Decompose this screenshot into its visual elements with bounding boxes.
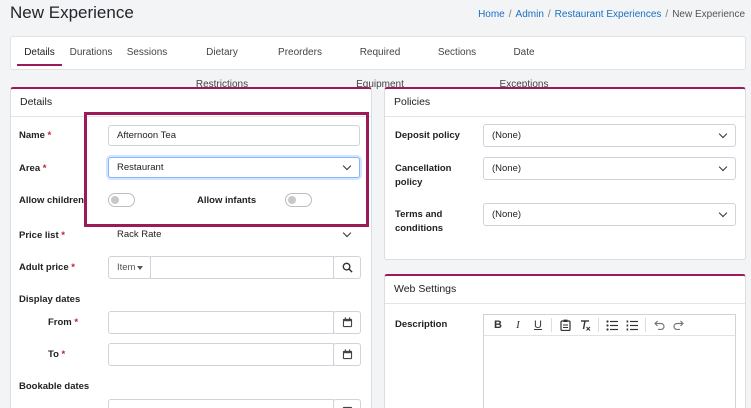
breadcrumb-separator: / bbox=[547, 9, 551, 20]
allow-infants-label: Allow infants bbox=[197, 195, 257, 206]
tab-preorders[interactable]: Preorders bbox=[276, 37, 324, 69]
rich-text-toolbar: B I U bbox=[483, 314, 736, 336]
breadcrumb-home[interactable]: Home bbox=[478, 9, 505, 20]
toolbar-divider bbox=[598, 318, 599, 332]
redo-button[interactable] bbox=[669, 315, 689, 335]
tab-dietary-restrictions[interactable]: Dietary Restrictions bbox=[179, 37, 265, 90]
tab-date-exceptions[interactable]: Date Exceptions bbox=[489, 37, 559, 90]
bookable-dates-label: Bookable dates bbox=[19, 381, 90, 392]
clear-format-icon bbox=[581, 320, 591, 331]
clear-formatting-button[interactable] bbox=[575, 315, 595, 335]
adult-price-label: Adult price * bbox=[19, 262, 75, 273]
bold-button[interactable]: B bbox=[488, 315, 508, 335]
area-label: Area * bbox=[19, 163, 47, 174]
breadcrumb-separator: / bbox=[665, 9, 669, 20]
area-select[interactable]: Restaurant bbox=[108, 157, 360, 178]
bullet-list-icon bbox=[606, 319, 618, 331]
breadcrumb-admin[interactable]: Admin bbox=[516, 9, 544, 20]
chevron-down-icon bbox=[342, 161, 352, 171]
clipboard-icon bbox=[559, 319, 571, 331]
display-from-calendar-button[interactable] bbox=[333, 311, 361, 334]
description-editor[interactable] bbox=[483, 336, 736, 408]
chevron-down-icon bbox=[718, 208, 728, 218]
policies-heading: Policies bbox=[385, 89, 745, 117]
name-input[interactable]: Afternoon Tea bbox=[108, 125, 360, 146]
tab-durations[interactable]: Durations bbox=[67, 37, 115, 69]
caret-down-icon bbox=[137, 266, 143, 270]
numbered-list-icon bbox=[626, 320, 638, 330]
display-from-date-input[interactable] bbox=[108, 311, 334, 334]
numbered-list-button[interactable] bbox=[622, 315, 642, 335]
search-button[interactable] bbox=[333, 256, 361, 279]
breadcrumb-current: New Experience bbox=[672, 9, 745, 20]
adult-price-type-value: Item bbox=[117, 262, 136, 273]
deposit-policy-select[interactable]: (None) bbox=[483, 124, 736, 147]
bookable-from-calendar-button[interactable] bbox=[333, 399, 361, 408]
paste-button[interactable] bbox=[555, 315, 575, 335]
cancellation-policy-label-line2: policy bbox=[395, 177, 423, 188]
display-from-label: From * bbox=[48, 317, 79, 328]
tab-sections[interactable]: Sections bbox=[436, 37, 478, 69]
calendar-icon bbox=[342, 349, 352, 360]
chevron-down-icon bbox=[718, 162, 728, 172]
display-to-date-input[interactable] bbox=[108, 343, 334, 366]
redo-icon bbox=[673, 320, 684, 330]
cancellation-policy-select[interactable]: (None) bbox=[483, 157, 736, 180]
price-list-select[interactable]: Rack Rate bbox=[108, 224, 360, 245]
tab-bar: Details Durations Sessions Dietary Restr… bbox=[10, 36, 746, 90]
page-title: New Experience bbox=[10, 3, 134, 22]
display-to-calendar-button[interactable] bbox=[333, 343, 361, 366]
undo-icon bbox=[654, 320, 665, 330]
breadcrumb-restaurant-experiences[interactable]: Restaurant Experiences bbox=[555, 9, 662, 20]
display-to-label: To * bbox=[48, 349, 66, 360]
breadcrumb-separator: / bbox=[508, 9, 512, 20]
toolbar-divider bbox=[645, 318, 646, 332]
area-select-value: Restaurant bbox=[117, 162, 164, 173]
cancellation-policy-label: Cancellation bbox=[395, 163, 452, 174]
chevron-down-icon bbox=[342, 228, 352, 238]
bullet-list-button[interactable] bbox=[602, 315, 622, 335]
breadcrumb: Home / Admin / Restaurant Experiences / … bbox=[478, 9, 745, 20]
search-icon bbox=[342, 262, 353, 273]
undo-button[interactable] bbox=[649, 315, 669, 335]
terms-conditions-select[interactable]: (None) bbox=[483, 203, 736, 226]
details-heading: Details bbox=[11, 89, 371, 117]
name-label: Name * bbox=[19, 130, 52, 141]
terms-conditions-label: Terms and bbox=[395, 209, 443, 220]
tab-required-equipment[interactable]: Required Equipment bbox=[335, 37, 425, 90]
terms-conditions-label-line2: conditions bbox=[395, 223, 444, 234]
tab-details[interactable]: Details bbox=[17, 37, 62, 69]
price-list-value: Rack Rate bbox=[117, 229, 162, 240]
adult-price-input[interactable] bbox=[150, 256, 334, 279]
calendar-icon bbox=[342, 317, 352, 328]
italic-button[interactable]: I bbox=[508, 315, 528, 335]
display-dates-label: Display dates bbox=[19, 294, 81, 305]
cancellation-policy-value: (None) bbox=[492, 163, 522, 174]
chevron-down-icon bbox=[718, 129, 728, 139]
web-settings-heading: Web Settings bbox=[385, 276, 745, 304]
deposit-policy-label: Deposit policy bbox=[395, 130, 460, 141]
allow-children-toggle[interactable] bbox=[108, 193, 135, 207]
terms-conditions-value: (None) bbox=[492, 209, 522, 220]
bookable-from-date-input[interactable] bbox=[108, 399, 334, 408]
deposit-policy-value: (None) bbox=[492, 130, 522, 141]
description-label: Description bbox=[395, 319, 448, 330]
toolbar-divider bbox=[551, 318, 552, 332]
allow-infants-toggle[interactable] bbox=[285, 193, 312, 207]
underline-button[interactable]: U bbox=[528, 315, 548, 335]
allow-children-label: Allow children bbox=[19, 195, 84, 206]
tab-sessions[interactable]: Sessions bbox=[125, 37, 169, 69]
adult-price-type-dropdown[interactable]: Item bbox=[108, 256, 151, 279]
price-list-label: Price list * bbox=[19, 230, 65, 241]
